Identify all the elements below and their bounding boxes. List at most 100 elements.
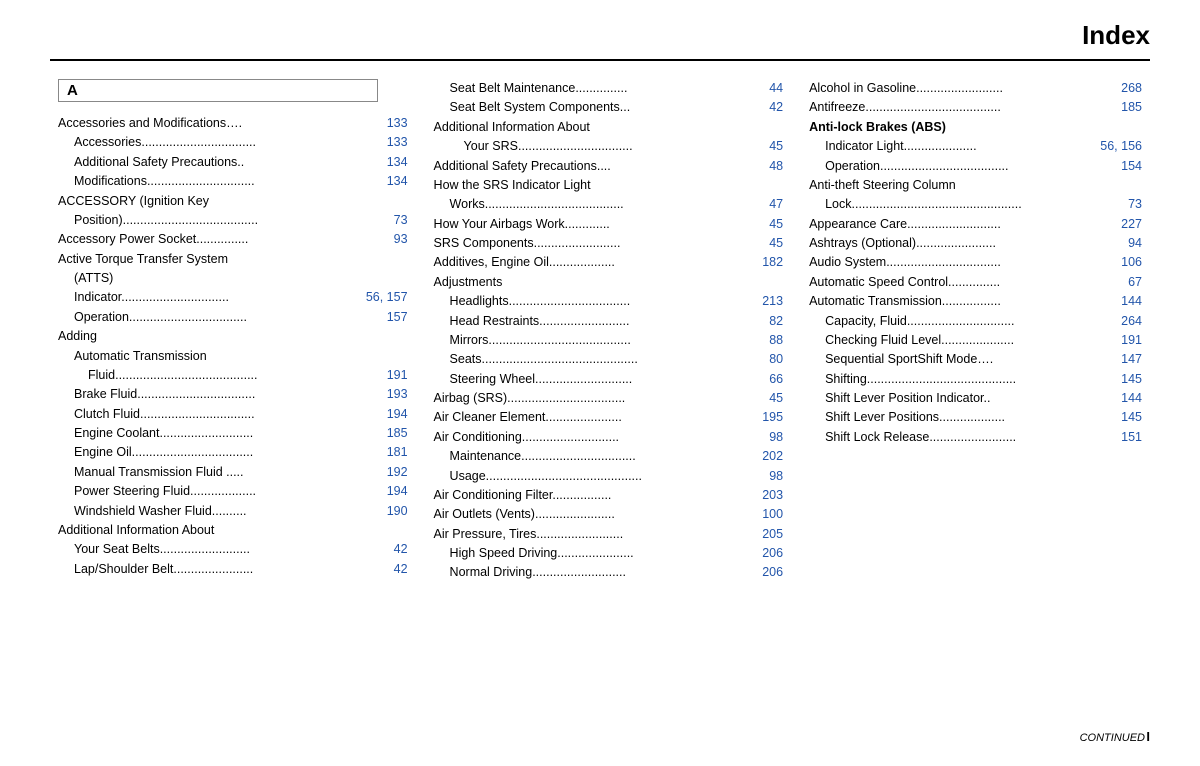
list-item: Accessory Power Socket...............93 — [58, 230, 408, 249]
entry-text: (ATTS) — [74, 269, 408, 288]
entry-page-number: 154 — [1121, 157, 1142, 176]
entry-text: Automatic Transmission — [74, 347, 408, 366]
list-item: Air Pressure, Tires.....................… — [434, 525, 784, 544]
entry-page-number: 147 — [1121, 350, 1142, 369]
entry-text: Clutch Fluid............................… — [74, 405, 383, 424]
entry-page-number: 213 — [762, 292, 783, 311]
entry-text: Your Seat Belts.........................… — [74, 540, 390, 559]
list-item: Normal Driving..........................… — [434, 563, 784, 582]
entry-page-number: 193 — [387, 385, 408, 404]
entry-text: Additional Safety Precautions.... — [434, 157, 766, 176]
entry-page-number: 134 — [387, 172, 408, 191]
entry-page-number: 93 — [394, 230, 408, 249]
list-item: Lap/Shoulder Belt.......................… — [58, 560, 408, 579]
list-item: Capacity, Fluid.........................… — [809, 312, 1142, 331]
entry-page-number: 185 — [387, 424, 408, 443]
entry-text: Additional Information About — [434, 118, 784, 137]
list-item: Operation...............................… — [58, 308, 408, 327]
list-item: Steering Wheel..........................… — [434, 370, 784, 389]
entry-page-number: 227 — [1121, 215, 1142, 234]
list-item: Additional Information About — [434, 118, 784, 137]
entry-page-number: 56, 156 — [1100, 137, 1142, 156]
list-item: Audio System............................… — [809, 253, 1142, 272]
list-item: Alcohol in Gasoline.....................… — [809, 79, 1142, 98]
entry-text: Appearance Care.........................… — [809, 215, 1117, 234]
list-item: Shift Lock Release......................… — [809, 428, 1142, 447]
entry-page-number: 185 — [1121, 98, 1142, 117]
entry-text: Capacity, Fluid.........................… — [825, 312, 1117, 331]
letter-box-a: A — [58, 79, 378, 102]
page-number: I — [1146, 729, 1150, 744]
entry-page-number: 94 — [1128, 234, 1142, 253]
entry-page-number: 206 — [762, 544, 783, 563]
entry-page-number: 44 — [769, 79, 783, 98]
entry-page-number: 42 — [769, 98, 783, 117]
list-item: Clutch Fluid............................… — [58, 405, 408, 424]
list-item: Indicator...............................… — [58, 288, 408, 307]
entry-text: Steering Wheel..........................… — [450, 370, 766, 389]
entry-text: Manual Transmission Fluid ..... — [74, 463, 383, 482]
list-item: Air Cleaner Element.....................… — [434, 408, 784, 427]
entry-text: Shift Lever Positions................... — [825, 408, 1117, 427]
list-item: How Your Airbags Work.............45 — [434, 215, 784, 234]
list-item: Automatic Speed Control...............67 — [809, 273, 1142, 292]
entry-page-number: 182 — [762, 253, 783, 272]
list-item: Engine Oil..............................… — [58, 443, 408, 462]
entry-page-number: 192 — [387, 463, 408, 482]
entry-page-number: 145 — [1121, 370, 1142, 389]
entry-text: Air Conditioning........................… — [434, 428, 766, 447]
entry-text: Air Pressure, Tires.....................… — [434, 525, 759, 544]
left-entries: Accessories and Modifications….133Access… — [58, 114, 408, 579]
entry-page-number: 67 — [1128, 273, 1142, 292]
entry-text: Anti-theft Steering Column — [809, 176, 1142, 195]
list-item: Seats...................................… — [434, 350, 784, 369]
list-item: Fluid...................................… — [58, 366, 408, 385]
list-item: Your Seat Belts.........................… — [58, 540, 408, 559]
entry-text: Usage...................................… — [450, 467, 766, 486]
column-right: Alcohol in Gasoline.....................… — [801, 79, 1150, 583]
entry-page-number: 144 — [1121, 389, 1142, 408]
entry-text: Audio System............................… — [809, 253, 1117, 272]
entry-text: Operation...............................… — [74, 308, 383, 327]
entry-page-number: 80 — [769, 350, 783, 369]
entry-page-number: 133 — [387, 114, 408, 133]
entry-page-number: 73 — [1128, 195, 1142, 214]
list-item: Checking Fluid Level....................… — [809, 331, 1142, 350]
list-item: High Speed Driving......................… — [434, 544, 784, 563]
list-item: Anti-theft Steering Column — [809, 176, 1142, 195]
entry-page-number: 181 — [387, 443, 408, 462]
list-item: Headlights..............................… — [434, 292, 784, 311]
entry-text: Adding — [58, 327, 408, 346]
list-item: Seat Belt System Components...42 — [434, 98, 784, 117]
entry-text: Headlights..............................… — [450, 292, 759, 311]
entry-text: Lap/Shoulder Belt....................... — [74, 560, 390, 579]
list-item: Air Outlets (Vents).....................… — [434, 505, 784, 524]
entry-text: Shifting................................… — [825, 370, 1117, 389]
entry-page-number: 202 — [762, 447, 783, 466]
entry-text: Sequential SportShift Mode…. — [825, 350, 1117, 369]
list-item: Ashtrays (Optional).....................… — [809, 234, 1142, 253]
list-item: Additional Safety Precautions....48 — [434, 157, 784, 176]
entry-text: Indicator Light..................... — [825, 137, 1096, 156]
entry-text: Air Conditioning Filter................. — [434, 486, 759, 505]
entry-page-number: 144 — [1121, 292, 1142, 311]
page: Index A Accessories and Modifications….1… — [0, 0, 1200, 766]
list-item: Head Restraints.........................… — [434, 312, 784, 331]
entry-text: Seats...................................… — [450, 350, 766, 369]
entry-text: Anti-lock Brakes (ABS) — [809, 118, 1142, 137]
entry-text: How the SRS Indicator Light — [434, 176, 784, 195]
entry-text: Brake Fluid.............................… — [74, 385, 383, 404]
list-item: Additional Information About — [58, 521, 408, 540]
entry-text: Additives, Engine Oil................... — [434, 253, 759, 272]
entry-text: Fluid...................................… — [88, 366, 383, 385]
entry-text: Windshield Washer Fluid.......... — [74, 502, 383, 521]
entry-text: Operation...............................… — [825, 157, 1117, 176]
entry-text: Shift Lever Position Indicator.. — [825, 389, 1117, 408]
entry-text: Additional Safety Precautions.. — [74, 153, 383, 172]
entry-page-number: 66 — [769, 370, 783, 389]
entry-text: Adjustments — [434, 273, 784, 292]
entry-text: Active Torque Transfer System — [58, 250, 408, 269]
entry-text: Lock....................................… — [825, 195, 1124, 214]
list-item: How the SRS Indicator Light — [434, 176, 784, 195]
entry-text: Shift Lock Release......................… — [825, 428, 1117, 447]
